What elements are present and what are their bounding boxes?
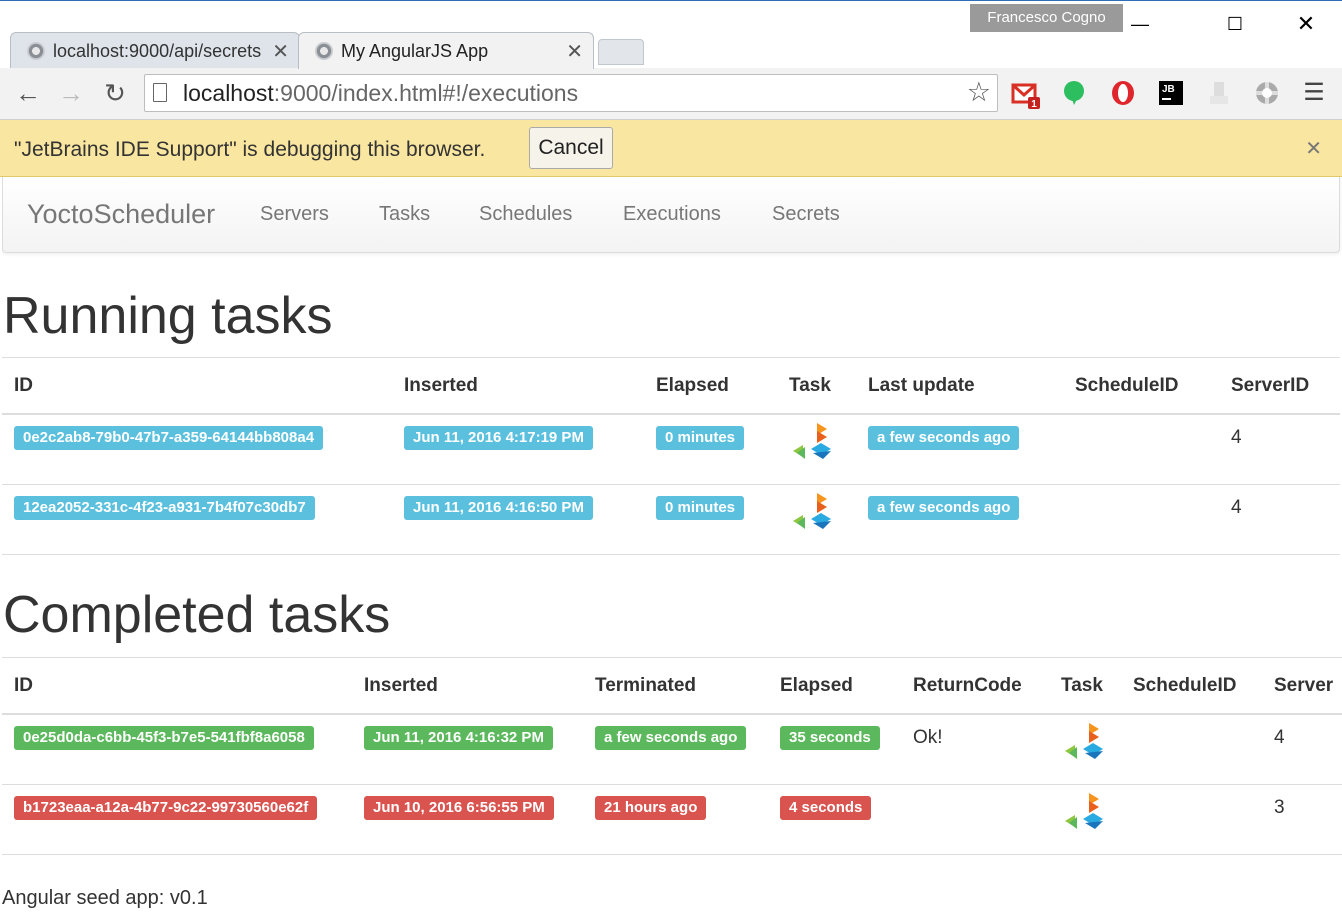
elapsed-label: 35 seconds bbox=[780, 725, 880, 750]
table-row: 0e25d0da-c6bb-45f3-b7e5-541fbf8a6058 Jun… bbox=[2, 714, 1342, 785]
execution-id-label[interactable]: 0e2c2ab8-79b0-47b7-a359-64144bb808a4 bbox=[14, 425, 324, 450]
menu-icon[interactable]: ☰ bbox=[1301, 80, 1327, 106]
elapsed-label: 4 seconds bbox=[780, 795, 872, 820]
tab-close-icon[interactable]: ✕ bbox=[566, 39, 583, 64]
column-header: ScheduleID bbox=[1121, 657, 1262, 715]
last-update-label: a few seconds ago bbox=[868, 495, 1020, 520]
tab-close-icon[interactable]: ✕ bbox=[272, 39, 289, 64]
column-header: ReturnCode bbox=[901, 657, 1049, 715]
execution-id-label[interactable]: 12ea2052-331c-4f23-a931-7b4f07c30db7 bbox=[14, 495, 315, 520]
column-header: Terminated bbox=[583, 657, 768, 715]
footer-version: Angular seed app: v0.1 bbox=[2, 887, 208, 909]
column-header: Inserted bbox=[352, 657, 583, 715]
table-row: b1723eaa-a12a-4b77-9c22-99730560e62f Jun… bbox=[2, 784, 1342, 855]
server-id-cell: 4 bbox=[1274, 726, 1285, 748]
bookmark-star-icon[interactable]: ☆ bbox=[967, 77, 991, 108]
gmail-icon[interactable]: 1 bbox=[1011, 80, 1040, 110]
table-row: 0e2c2ab8-79b0-47b7-a359-64144bb808a4 Jun… bbox=[2, 414, 1340, 485]
navbar-brand[interactable]: YoctoScheduler bbox=[27, 199, 215, 230]
svg-text:JB: JB bbox=[1162, 84, 1175, 95]
column-header: Inserted bbox=[392, 357, 644, 415]
running-tasks-table: ID Inserted Elapsed Task Last update Sch… bbox=[2, 357, 1340, 555]
execution-id-label[interactable]: 0e25d0da-c6bb-45f3-b7e5-541fbf8a6058 bbox=[14, 725, 314, 750]
infobar-message: "JetBrains IDE Support" is debugging thi… bbox=[14, 138, 486, 161]
column-header: ServerID bbox=[1219, 357, 1340, 415]
server-id-cell: 3 bbox=[1274, 796, 1285, 818]
task-logo-icon[interactable] bbox=[1061, 791, 1109, 845]
evernote-icon[interactable] bbox=[1062, 80, 1088, 106]
column-header: Task bbox=[1049, 657, 1121, 715]
terminated-label: 21 hours ago bbox=[595, 795, 707, 820]
gear-ext-icon[interactable] bbox=[1254, 80, 1280, 106]
table-header-row: ID Inserted Elapsed Task Last update Sch… bbox=[2, 357, 1340, 415]
jetbrains-icon[interactable]: JB bbox=[1158, 80, 1184, 106]
maximize-icon[interactable]: ☐ bbox=[1212, 9, 1258, 39]
column-header: ID bbox=[2, 357, 392, 415]
elapsed-label: 0 minutes bbox=[656, 425, 745, 450]
terminated-label: a few seconds ago bbox=[595, 725, 747, 750]
column-header: Elapsed bbox=[644, 357, 777, 415]
server-id-cell: 4 bbox=[1231, 496, 1242, 518]
close-window-icon[interactable]: ✕ bbox=[1283, 9, 1329, 39]
profile-button[interactable]: Francesco Cogno bbox=[970, 4, 1123, 32]
task-logo-icon[interactable] bbox=[789, 421, 837, 475]
minimize-icon[interactable]: — bbox=[1117, 9, 1163, 39]
app-navbar: YoctoScheduler Servers Tasks Schedules E… bbox=[2, 177, 1340, 253]
elapsed-label: 0 minutes bbox=[656, 495, 745, 520]
completed-tasks-heading: Completed tasks bbox=[3, 586, 391, 644]
url-text[interactable]: localhost:9000/index.html#!/executions bbox=[183, 80, 578, 107]
reload-icon[interactable]: ↻ bbox=[100, 78, 130, 108]
server-id-cell: 4 bbox=[1231, 426, 1242, 448]
running-tasks-heading: Running tasks bbox=[3, 287, 333, 345]
opera-icon[interactable] bbox=[1110, 80, 1136, 106]
address-bar[interactable]: localhost:9000/index.html#!/executions ☆ bbox=[144, 74, 998, 112]
tab-my-angularjs-app[interactable]: My AngularJS App ✕ bbox=[298, 32, 594, 69]
inserted-label: Jun 11, 2016 4:16:50 PM bbox=[404, 495, 593, 520]
debug-infobar: "JetBrains IDE Support" is debugging thi… bbox=[0, 120, 1342, 177]
inserted-label: Jun 11, 2016 4:16:32 PM bbox=[364, 725, 553, 750]
nav-link-servers[interactable]: Servers bbox=[260, 203, 329, 226]
tab-title: localhost:9000/api/secrets bbox=[53, 41, 262, 61]
new-tab-button[interactable] bbox=[598, 39, 644, 65]
nav-link-tasks[interactable]: Tasks bbox=[379, 203, 430, 226]
tab-title: My AngularJS App bbox=[341, 41, 489, 61]
table-header-row: ID Inserted Terminated Elapsed ReturnCod… bbox=[2, 657, 1342, 715]
forward-arrow-icon[interactable]: → bbox=[56, 78, 86, 108]
page-content: YoctoScheduler Servers Tasks Schedules E… bbox=[2, 177, 1342, 913]
nav-link-executions[interactable]: Executions bbox=[623, 203, 721, 226]
task-logo-icon[interactable] bbox=[789, 491, 837, 545]
return-code-cell: Ok! bbox=[913, 726, 943, 748]
svg-text:1: 1 bbox=[1031, 99, 1037, 110]
page-icon bbox=[153, 83, 167, 102]
cancel-button[interactable]: Cancel bbox=[529, 127, 613, 169]
task-logo-icon[interactable] bbox=[1061, 721, 1109, 775]
nav-link-secrets[interactable]: Secrets bbox=[772, 203, 840, 226]
user-icon[interactable] bbox=[1206, 80, 1232, 106]
nav-link-schedules[interactable]: Schedules bbox=[479, 203, 572, 226]
completed-tasks-table: ID Inserted Terminated Elapsed ReturnCod… bbox=[2, 657, 1342, 855]
column-header: ID bbox=[2, 657, 352, 715]
column-header: Task bbox=[777, 357, 856, 415]
column-header: ScheduleID bbox=[1063, 357, 1219, 415]
back-arrow-icon[interactable]: ← bbox=[13, 78, 43, 108]
execution-id-label[interactable]: b1723eaa-a12a-4b77-9c22-99730560e62f bbox=[14, 795, 318, 820]
browser-toolbar: ← → ↻ localhost:9000/index.html#!/execut… bbox=[0, 68, 1342, 120]
inserted-label: Jun 11, 2016 4:17:19 PM bbox=[404, 425, 593, 450]
column-header: Server bbox=[1262, 657, 1342, 715]
table-row: 12ea2052-331c-4f23-a931-7b4f07c30db7 Jun… bbox=[2, 484, 1340, 555]
browser-titlebar: Francesco Cogno — ☐ ✕ localhost:9000/api… bbox=[0, 0, 1342, 69]
inserted-label: Jun 10, 2016 6:56:55 PM bbox=[364, 795, 554, 820]
column-header: Elapsed bbox=[768, 657, 901, 715]
infobar-close-icon[interactable]: ✕ bbox=[1305, 136, 1322, 161]
tab-secrets[interactable]: localhost:9000/api/secrets ✕ bbox=[10, 32, 300, 69]
column-header: Last update bbox=[856, 357, 1063, 415]
tab-favicon-icon bbox=[27, 42, 45, 60]
last-update-label: a few seconds ago bbox=[868, 425, 1020, 450]
tab-favicon-icon bbox=[315, 42, 333, 60]
